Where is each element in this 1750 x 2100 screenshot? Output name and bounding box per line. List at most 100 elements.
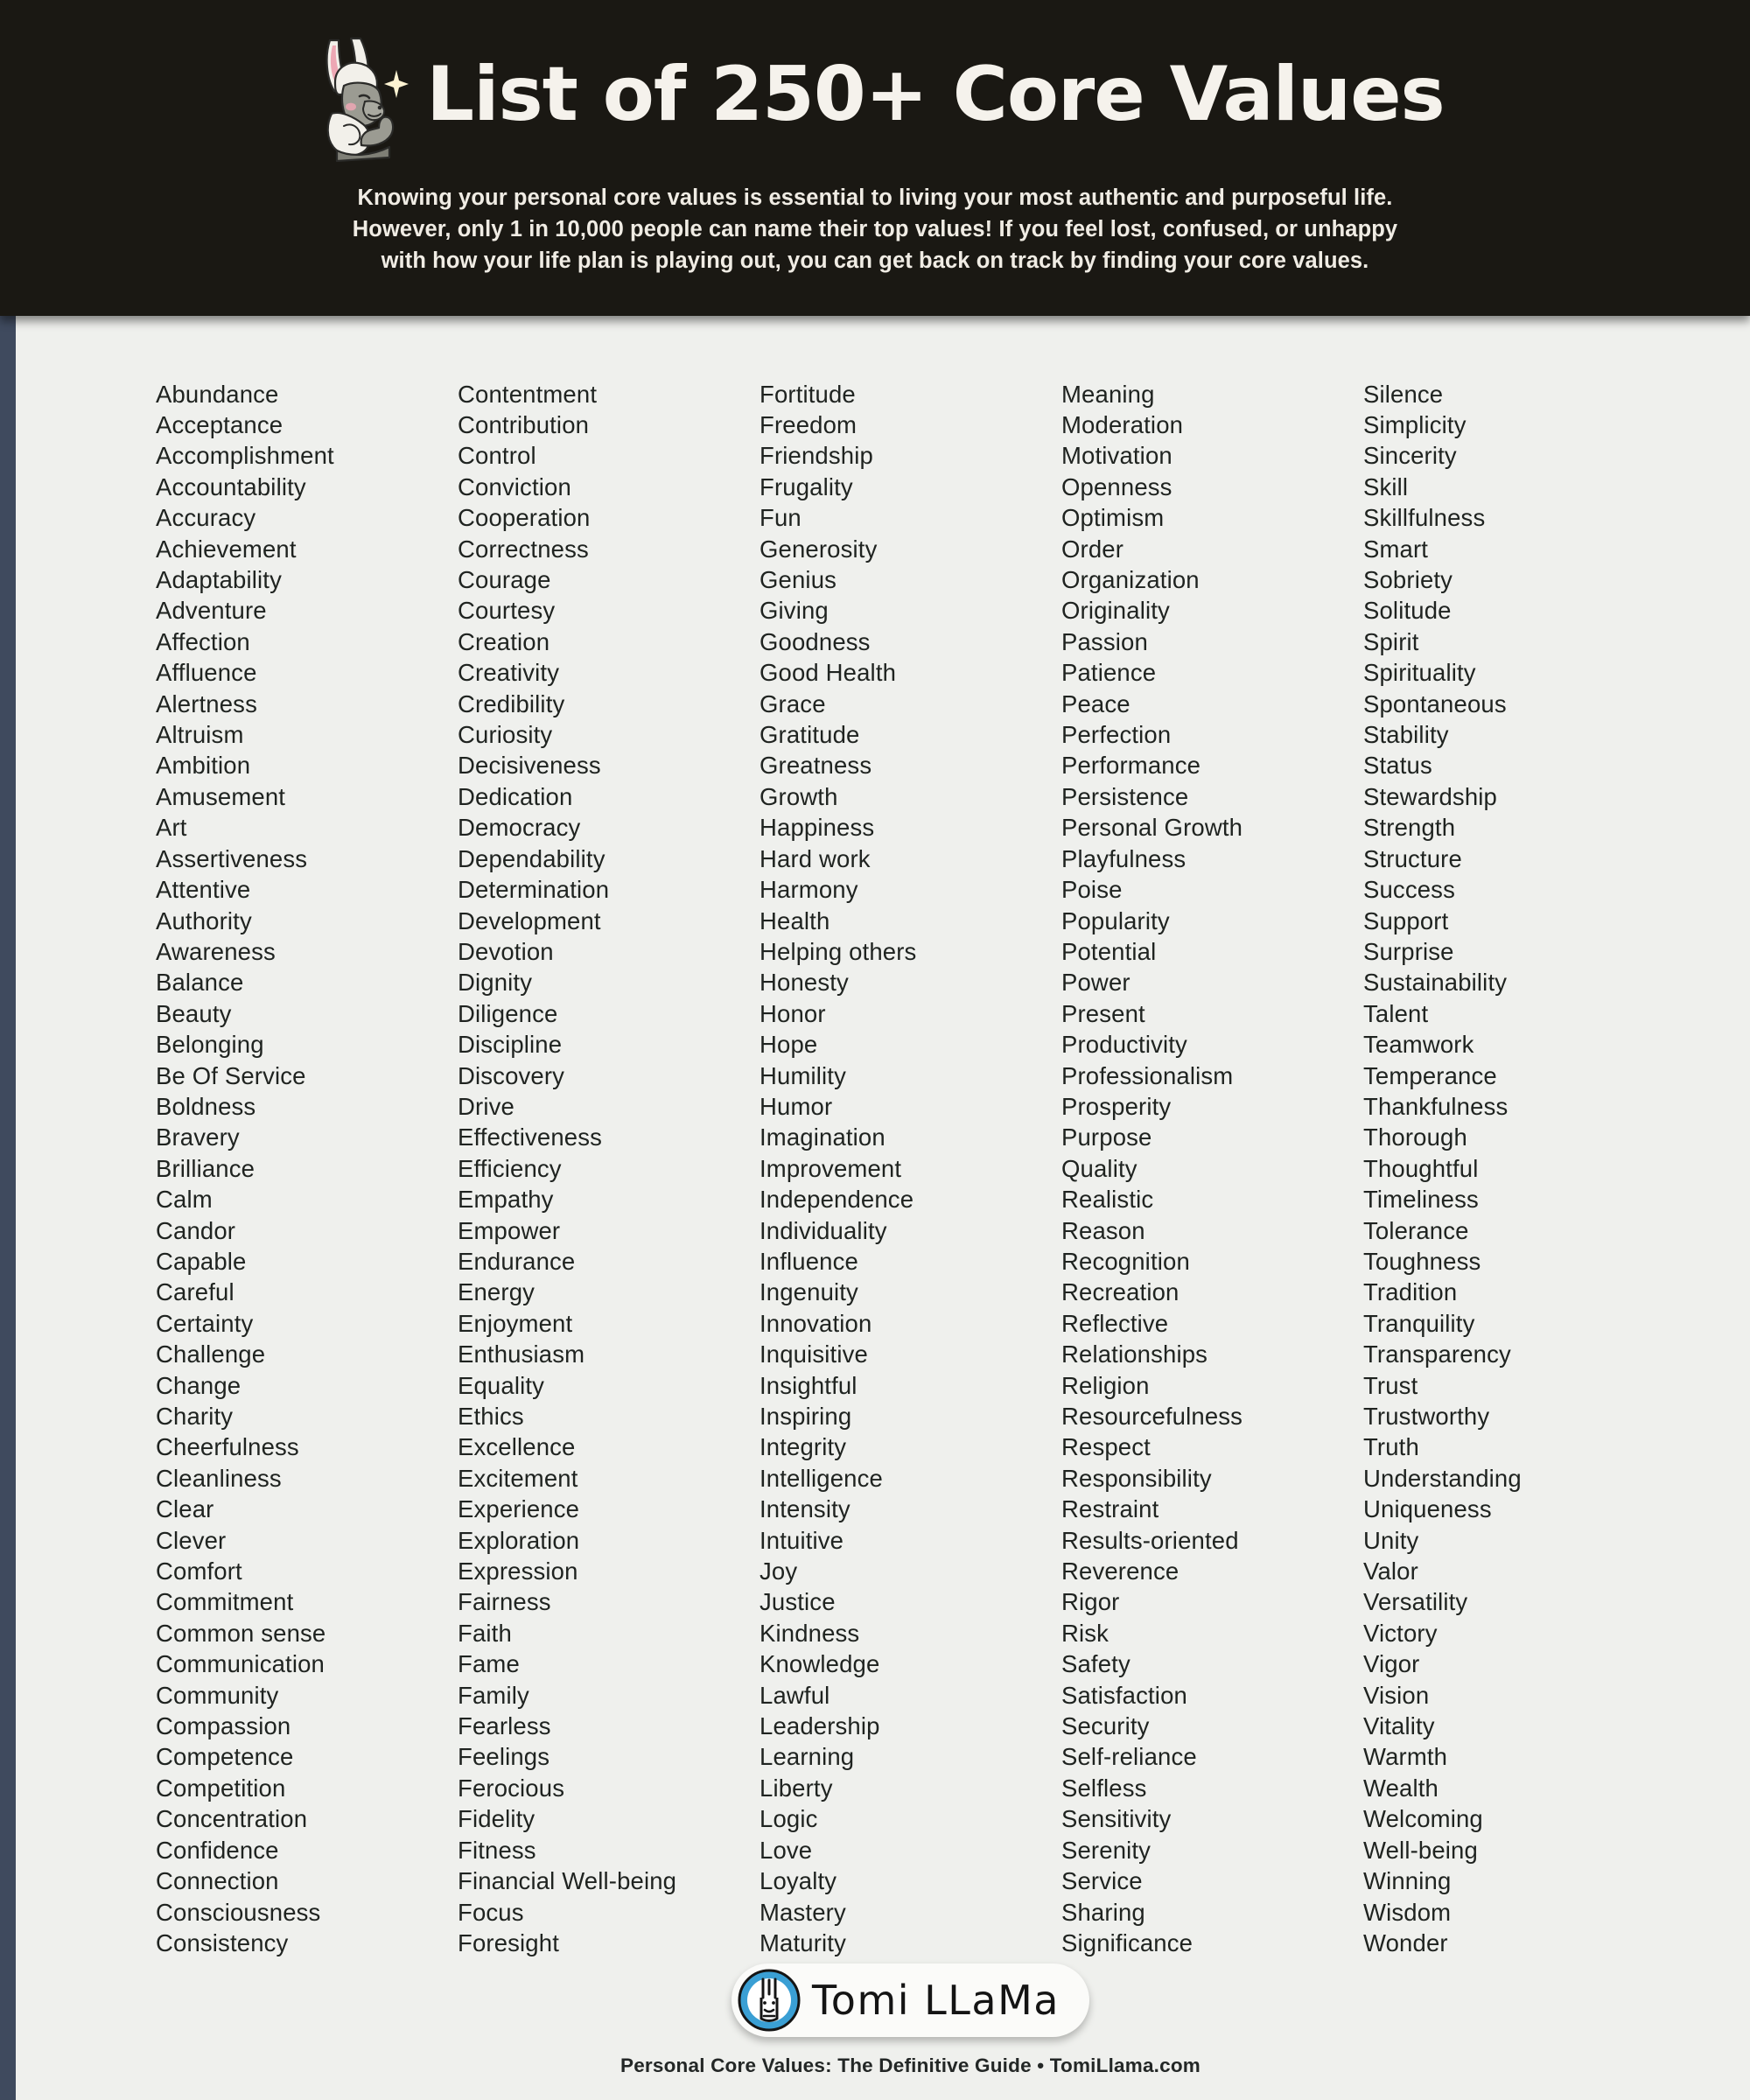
- value-item: Strength: [1363, 814, 1456, 842]
- value-item: Health: [760, 906, 830, 934]
- value-item: Fortitude: [760, 380, 856, 408]
- value-item: Change: [156, 1371, 242, 1399]
- value-item: Reason: [1061, 1216, 1145, 1244]
- values-column-3: Fortitude Freedom Friendship Frugality Fun Ge…: [760, 379, 1061, 1959]
- value-item: Fun: [760, 504, 802, 532]
- value-item: Dignity: [458, 969, 533, 997]
- value-item: Meaning: [1061, 380, 1155, 408]
- value-item: Hope: [760, 1031, 818, 1059]
- value-item: Power: [1061, 969, 1130, 997]
- value-item: Correctness: [458, 535, 589, 563]
- value-item: Careful: [156, 1278, 234, 1306]
- value-item: Playfulness: [1061, 844, 1186, 872]
- value-item: Quality: [1061, 1154, 1138, 1182]
- value-item: Cleanliness: [156, 1464, 282, 1492]
- value-item: Bravery: [156, 1124, 240, 1152]
- value-item: Toughness: [1363, 1247, 1481, 1275]
- value-item: Thoughtful: [1363, 1154, 1479, 1182]
- value-item: Giving: [760, 597, 829, 625]
- header-title-row: List of 250+ Core Values: [0, 30, 1750, 163]
- values-columns: Abundance Acceptance Accomplishment Account…: [16, 379, 1750, 1959]
- value-item: Tolerance: [1363, 1216, 1469, 1244]
- value-item: Expression: [458, 1558, 578, 1586]
- value-item: Challenge: [156, 1340, 266, 1368]
- value-item: Fitness: [458, 1836, 536, 1864]
- value-item: Insightful: [760, 1371, 858, 1399]
- value-item: Reflective: [1061, 1309, 1169, 1337]
- value-item: Order: [1061, 535, 1124, 563]
- value-item: Personal Growth: [1061, 814, 1243, 842]
- value-item: Vigor: [1363, 1650, 1420, 1678]
- value-item: Sobriety: [1363, 566, 1453, 594]
- value-item: Accomplishment: [156, 442, 334, 470]
- value-item: Status: [1363, 752, 1432, 780]
- value-item: Persistence: [1061, 782, 1189, 810]
- value-item: Calm: [156, 1186, 213, 1214]
- value-item: Curiosity: [458, 721, 553, 749]
- value-item: Communication: [156, 1650, 325, 1678]
- value-item: Experience: [458, 1495, 580, 1523]
- value-item: Potential: [1061, 937, 1157, 965]
- value-item: Focus: [458, 1898, 524, 1926]
- value-item: Recreation: [1061, 1278, 1180, 1306]
- value-item: Silence: [1363, 380, 1444, 408]
- value-item: Versatility: [1363, 1588, 1468, 1616]
- value-item: Serenity: [1061, 1836, 1152, 1864]
- value-item: Recognition: [1061, 1247, 1190, 1275]
- value-item: Clear: [156, 1495, 214, 1523]
- value-item: Independence: [760, 1186, 914, 1214]
- value-item: Contribution: [458, 411, 590, 439]
- value-item: Leadership: [760, 1712, 880, 1740]
- value-item: Community: [156, 1681, 279, 1709]
- value-item: Creation: [458, 627, 550, 655]
- value-item: Moderation: [1061, 411, 1184, 439]
- value-item: Reverence: [1061, 1558, 1180, 1586]
- value-item: Trust: [1363, 1371, 1418, 1399]
- value-item: Vitality: [1363, 1712, 1435, 1740]
- header-subtitle-line-2: However, only 1 in 10,000 people can nam…: [352, 217, 1398, 242]
- value-item: Temperance: [1363, 1061, 1497, 1089]
- value-item: Charity: [156, 1403, 234, 1431]
- value-item: Amusement: [156, 782, 286, 810]
- value-item: Awareness: [156, 937, 276, 965]
- value-item: Greatness: [760, 752, 872, 780]
- value-item: Thorough: [1363, 1124, 1467, 1152]
- values-column-5: Silence Simplicity Sincerity Skill Skillfuln…: [1363, 379, 1665, 1959]
- value-item: Foresight: [458, 1928, 559, 1956]
- value-item: Consciousness: [156, 1898, 321, 1926]
- value-item: Confidence: [156, 1836, 279, 1864]
- value-item: Selfless: [1061, 1774, 1147, 1802]
- value-item: Stability: [1363, 721, 1449, 749]
- value-item: Safety: [1061, 1650, 1130, 1678]
- value-item: Democracy: [458, 814, 581, 842]
- value-item: Humility: [760, 1061, 846, 1089]
- value-item: Capable: [156, 1247, 247, 1275]
- value-item: Discipline: [458, 1031, 563, 1059]
- value-item: Learning: [760, 1743, 855, 1771]
- value-item: Family: [458, 1681, 529, 1709]
- value-item: Courtesy: [458, 597, 556, 625]
- value-item: Religion: [1061, 1371, 1150, 1399]
- value-item: Balance: [156, 969, 244, 997]
- value-item: Effectiveness: [458, 1124, 603, 1152]
- value-item: Responsibility: [1061, 1464, 1212, 1492]
- values-column-1: Abundance Acceptance Accomplishment Account…: [156, 379, 458, 1959]
- poster-footer: Tomi LLaMa Personal Core Values: The Def…: [16, 1958, 1750, 2100]
- value-item: Attentive: [156, 876, 251, 904]
- value-item: Belonging: [156, 1031, 264, 1059]
- value-item: Energy: [458, 1278, 536, 1306]
- value-item: Well-being: [1363, 1836, 1478, 1864]
- value-item: Liberty: [760, 1774, 833, 1802]
- value-item: Present: [1061, 999, 1145, 1027]
- value-item: Harmony: [760, 876, 858, 904]
- value-item: Thankfulness: [1363, 1092, 1508, 1120]
- value-item: Humor: [760, 1092, 833, 1120]
- value-item: Wonder: [1363, 1928, 1448, 1956]
- value-item: Alertness: [156, 690, 257, 718]
- value-item: Inspiring: [760, 1403, 852, 1431]
- value-item: Cooperation: [458, 504, 591, 532]
- value-item: Determination: [458, 876, 610, 904]
- value-item: Respect: [1061, 1433, 1151, 1461]
- value-item: Winning: [1363, 1867, 1452, 1895]
- value-item: Results-oriented: [1061, 1526, 1239, 1554]
